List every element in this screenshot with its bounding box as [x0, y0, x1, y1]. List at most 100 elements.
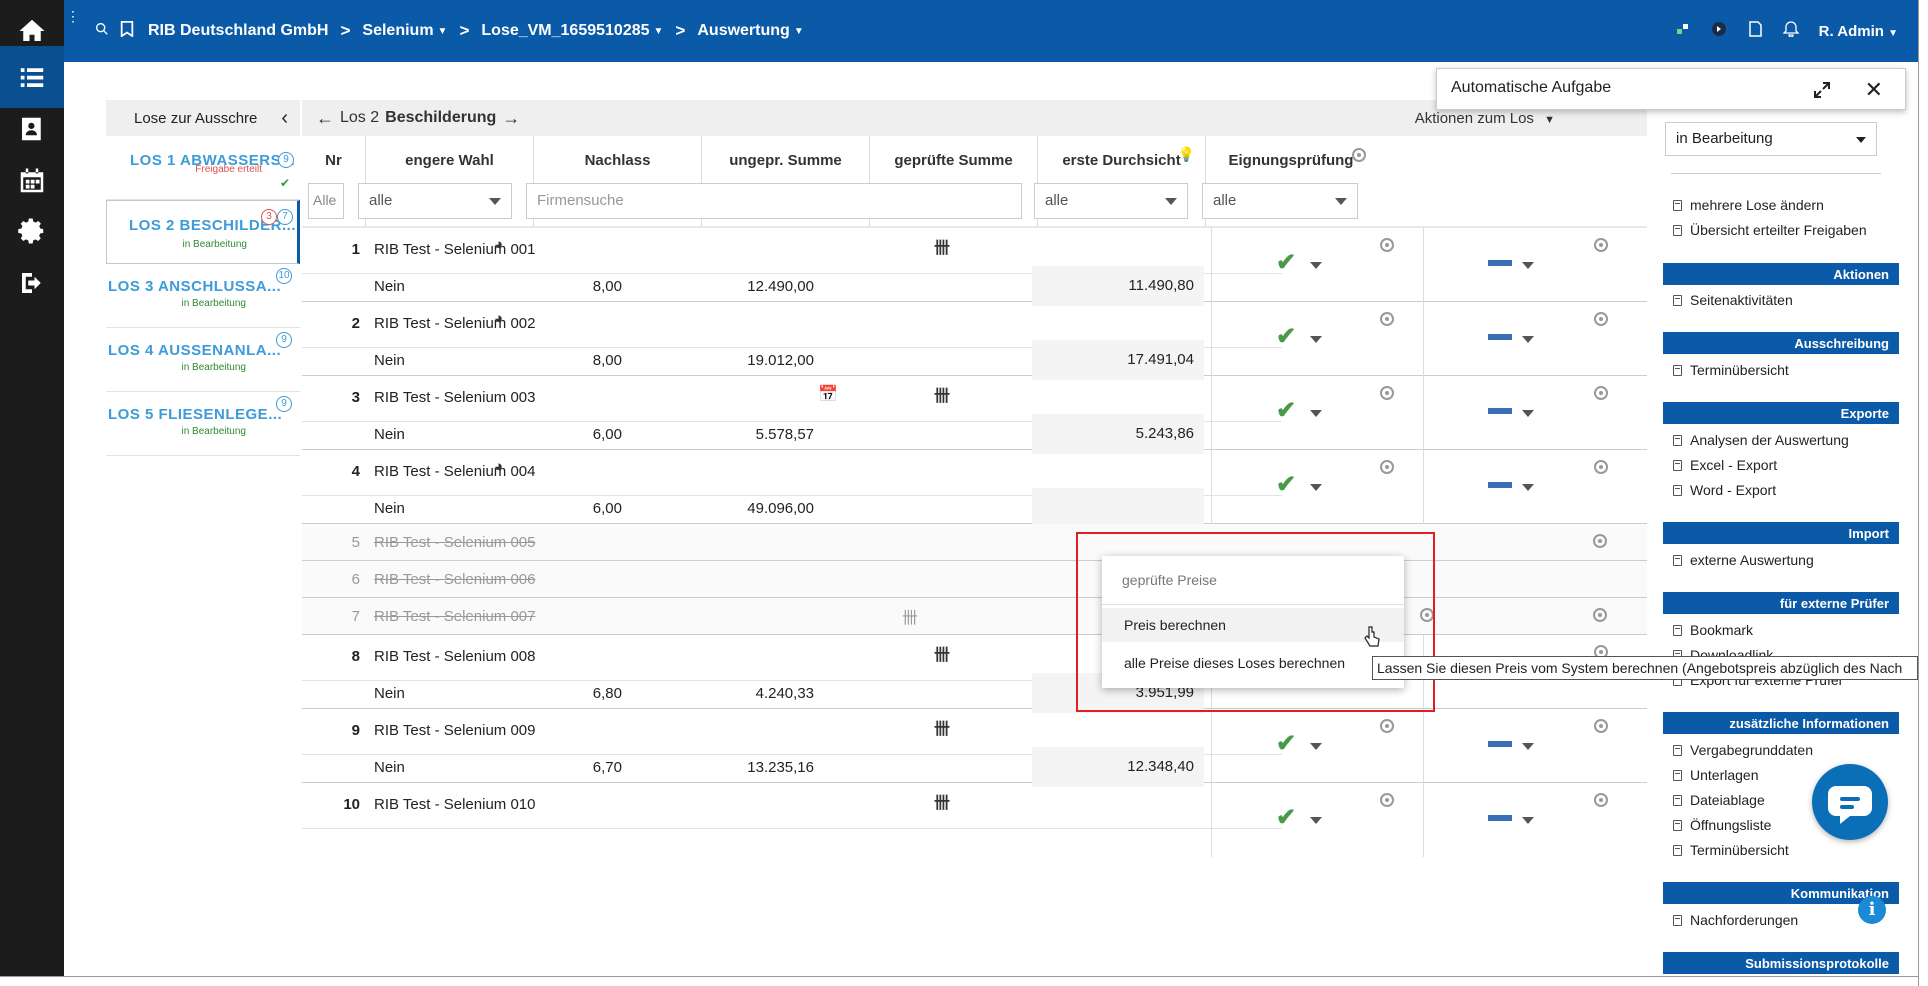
- gepr-cell[interactable]: 11.490,80: [1032, 266, 1204, 306]
- bidder-name[interactable]: RIB Test - Selenium 008: [374, 648, 535, 665]
- table-row[interactable]: 9 RIB Test - Selenium 009 卌 Nein 6,70 13…: [302, 709, 1647, 787]
- close-icon[interactable]: ✕: [1865, 77, 1883, 103]
- comment-icon[interactable]: [1594, 238, 1608, 252]
- caret-down-icon[interactable]: [1522, 484, 1534, 491]
- bidder-name[interactable]: RIB Test - Selenium 003: [374, 389, 535, 406]
- document-icon[interactable]: [1747, 21, 1763, 41]
- lightbulb-icon[interactable]: 💡: [1178, 146, 1195, 163]
- link-dateiablage[interactable]: Dateiablage: [1673, 792, 1765, 808]
- tally-icon[interactable]: 卌: [934, 715, 950, 739]
- breadcrumb-lots[interactable]: Lose_VM_1659510285: [481, 22, 649, 40]
- bidder-name[interactable]: RIB Test - Selenium 005: [374, 534, 535, 551]
- link-terminuebersicht-2[interactable]: Terminübersicht: [1673, 842, 1789, 858]
- table-row[interactable]: 2 RIB Test - Selenium 002 ◕ Nein 8,00 19…: [302, 302, 1647, 380]
- comment-icon[interactable]: [1594, 719, 1608, 733]
- expand-icon[interactable]: [1813, 81, 1831, 102]
- dash-icon[interactable]: [1488, 260, 1512, 266]
- arrow-left-icon[interactable]: ←: [316, 108, 334, 129]
- eye-icon[interactable]: [1352, 148, 1366, 162]
- link-nachforderungen[interactable]: Nachforderungen: [1673, 912, 1798, 928]
- link-excel-export[interactable]: Excel - Export: [1673, 457, 1777, 473]
- caret-down-icon[interactable]: ▼: [794, 26, 804, 37]
- table-row[interactable]: 4 RIB Test - Selenium 004 ◕ Nein 6,00 49…: [302, 450, 1647, 528]
- tally-icon[interactable]: 卌: [934, 234, 950, 258]
- filter-nr[interactable]: Alle: [308, 183, 344, 219]
- comment-icon[interactable]: [1380, 386, 1394, 400]
- table-row[interactable]: 6 RIB Test - Selenium 006: [302, 561, 1647, 598]
- chat-button[interactable]: [1812, 764, 1888, 840]
- dash-icon[interactable]: [1488, 482, 1512, 488]
- link-word-export[interactable]: Word - Export: [1673, 482, 1776, 498]
- bell-icon[interactable]: [1782, 21, 1800, 41]
- apps-icon[interactable]: [1675, 21, 1691, 41]
- gepr-cell[interactable]: 12.348,40: [1032, 747, 1204, 787]
- pie-icon[interactable]: ◕: [494, 236, 503, 253]
- menu-dots-icon[interactable]: ⋮: [64, 0, 82, 62]
- bidder-name[interactable]: RIB Test - Selenium 002: [374, 315, 535, 332]
- caret-down-icon[interactable]: ▼: [654, 26, 664, 37]
- link-externe-auswertung[interactable]: externe Auswertung: [1673, 552, 1814, 568]
- link-vergabegrunddaten[interactable]: Vergabegrunddaten: [1673, 742, 1813, 758]
- caret-down-icon[interactable]: [1522, 743, 1534, 750]
- gepr-cell[interactable]: 17.491,04: [1032, 340, 1204, 380]
- comment-icon[interactable]: [1380, 793, 1394, 807]
- caret-down-icon[interactable]: [1310, 817, 1322, 824]
- menu-item-alle-preise-berechnen[interactable]: alle Preise dieses Loses berechnen: [1124, 655, 1345, 671]
- caret-down-icon[interactable]: [1522, 410, 1534, 417]
- status-select[interactable]: in Bearbeitung: [1665, 122, 1877, 156]
- dash-icon[interactable]: [1488, 334, 1512, 340]
- table-row[interactable]: 5 RIB Test - Selenium 005: [302, 524, 1647, 561]
- gepr-cell[interactable]: 5.243,86: [1032, 414, 1204, 454]
- table-row[interactable]: 10 RIB Test - Selenium 010 卌 ✔: [302, 783, 1647, 857]
- table-row[interactable]: 3 RIB Test - Selenium 003 📅 卌 Nein 6,00 …: [302, 376, 1647, 454]
- link-oeffnungsliste[interactable]: Öffnungsliste: [1673, 817, 1771, 833]
- link-bookmark[interactable]: Bookmark: [1673, 622, 1753, 638]
- pie-icon[interactable]: ◕: [494, 458, 503, 475]
- pie-icon[interactable]: ◕: [494, 310, 503, 327]
- breadcrumb-company[interactable]: RIB Deutschland GmbH: [148, 22, 328, 40]
- caret-down-icon[interactable]: [1522, 262, 1534, 269]
- filter-eignung[interactable]: alle: [1202, 183, 1358, 219]
- bidder-name[interactable]: RIB Test - Selenium 009: [374, 722, 535, 739]
- arrow-icon[interactable]: [1711, 21, 1727, 41]
- comment-icon[interactable]: [1594, 386, 1608, 400]
- comment-icon[interactable]: [1380, 238, 1394, 252]
- link-seitenaktivitaeten[interactable]: Seitenaktivitäten: [1673, 292, 1793, 308]
- search-icon[interactable]: [94, 21, 110, 42]
- arrow-right-icon[interactable]: →: [502, 108, 520, 129]
- filter-engere-wahl[interactable]: alle: [358, 183, 512, 219]
- table-row[interactable]: 1 RIB Test - Selenium 001 ◕ 卌 Nein 8,00 …: [302, 228, 1647, 306]
- caret-down-icon[interactable]: [1310, 484, 1322, 491]
- logout-icon[interactable]: [0, 252, 64, 314]
- bidder-name[interactable]: RIB Test - Selenium 007: [374, 608, 535, 625]
- dash-icon[interactable]: [1488, 741, 1512, 747]
- lot-item-5[interactable]: LOS 5 FLIESENLEGE... 9 in Bearbeitung: [106, 392, 300, 456]
- chevron-left-icon[interactable]: ‹: [281, 107, 288, 130]
- caret-down-icon[interactable]: [1522, 817, 1534, 824]
- comment-icon[interactable]: [1594, 312, 1608, 326]
- comment-icon[interactable]: [1380, 460, 1394, 474]
- link-mehrere-lose[interactable]: mehrere Lose ändern: [1673, 197, 1824, 213]
- caret-down-icon[interactable]: [1522, 336, 1534, 343]
- check-icon[interactable]: ✔: [1276, 729, 1296, 758]
- lot-item-3[interactable]: LOS 3 ANSCHLUSSA... 10 in Bearbeitung: [106, 264, 300, 328]
- company-search-input[interactable]: Firmensuche: [526, 183, 1022, 219]
- link-analysen[interactable]: Analysen der Auswertung: [1673, 432, 1849, 448]
- calendar-icon[interactable]: 📅: [818, 384, 838, 404]
- caret-down-icon[interactable]: [1310, 410, 1322, 417]
- comment-icon[interactable]: [1594, 460, 1608, 474]
- lot-item-4[interactable]: LOS 4 AUSSENANLA... 9 in Bearbeitung: [106, 328, 300, 392]
- check-icon[interactable]: ✔: [1276, 322, 1296, 351]
- tally-icon[interactable]: 卌: [902, 604, 918, 628]
- lot-actions-dropdown[interactable]: Aktionen zum Los ▼: [1415, 110, 1555, 127]
- check-icon[interactable]: ✔: [1276, 470, 1296, 499]
- comment-icon[interactable]: [1380, 312, 1394, 326]
- gepr-cell[interactable]: [1032, 488, 1204, 528]
- dash-icon[interactable]: [1488, 815, 1512, 821]
- check-icon[interactable]: ✔: [1276, 248, 1296, 277]
- breadcrumb-project[interactable]: Selenium: [362, 22, 433, 40]
- dash-icon[interactable]: [1488, 408, 1512, 414]
- bidder-name[interactable]: RIB Test - Selenium 010: [374, 796, 535, 813]
- check-icon[interactable]: ✔: [1276, 396, 1296, 425]
- caret-down-icon[interactable]: [1310, 336, 1322, 343]
